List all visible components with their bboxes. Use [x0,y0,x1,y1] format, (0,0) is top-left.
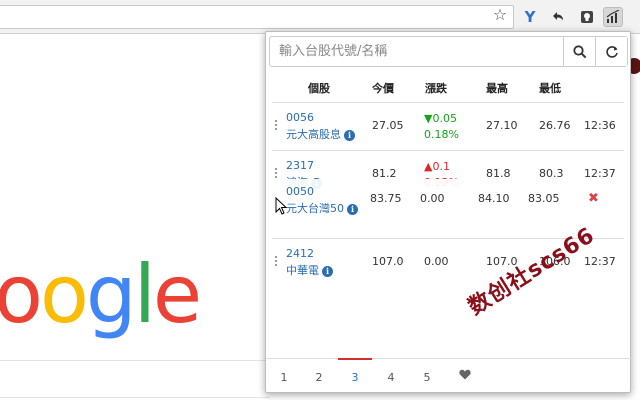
stock-code[interactable]: 2412 [286,247,314,260]
low-cell: 26.76 [539,119,571,132]
stock-code[interactable]: 0056 [286,111,314,124]
row-divider [272,150,624,151]
header-price: 今價 [372,82,394,95]
stock-name[interactable]: 元大高股息 i [286,126,355,142]
logo-letter: e [152,248,202,341]
price-cell: 83.75 [370,192,402,205]
stock-name-text[interactable]: 元大台灣50 [286,202,344,215]
time-cell: 12:37 [584,255,616,268]
logo-letter: o [39,248,89,341]
header-high: 最高 [486,82,508,95]
info-icon[interactable]: i [347,204,358,215]
page-tab-1[interactable]: 1 [274,371,294,384]
header-stock: 個股 [308,82,330,95]
divider [0,397,270,398]
refresh-icon [605,45,618,58]
header-change: 漲跌 [425,82,447,95]
divider [0,360,270,361]
drag-handle-icon[interactable] [275,256,278,270]
logo-letter: l [133,248,156,341]
change-value: ▲0.1 [424,160,450,173]
search-icon [572,44,586,58]
browser-toolbar: ☆ Y [0,0,640,34]
logo-letter: o [0,248,43,341]
time-cell: 12:36 [584,119,616,132]
page-tab-3[interactable]: 3 [345,371,365,384]
change-percent: 0.18% [424,128,459,141]
change-cell: 0.00 [420,192,445,205]
drag-handle-icon[interactable] [275,120,278,134]
back-arrow-extension-icon[interactable] [548,7,568,27]
change-cell: 0.00 [424,255,449,268]
info-icon[interactable]: i [322,266,333,277]
change-cell: ▼0.05 0.18% [424,111,459,143]
page-tab-4[interactable]: 4 [381,371,401,384]
high-cell: 84.10 [478,192,510,205]
header-divider [272,102,624,103]
table-row[interactable]: 0056 元大高股息 i 27.05 ▼0.05 0.18% 27.10 26.76… [266,104,632,150]
table-header: 個股 今價 漲跌 最高 最低 [266,78,632,98]
price-cell: 107.0 [372,255,404,268]
logo-letter: g [85,248,137,341]
low-cell: 83.05 [528,192,560,205]
stock-name[interactable]: 元大台灣50 i [286,200,358,216]
stock-code[interactable]: 0050 [286,185,314,198]
search-bar [269,36,628,67]
stock-name[interactable]: 中華電 i [286,262,333,278]
stock-chart-extension-icon[interactable] [603,7,623,27]
stock-code[interactable]: 2317 [286,159,314,172]
y-extension-icon[interactable]: Y [520,7,540,27]
info-icon[interactable]: i [344,130,355,141]
header-low: 最低 [539,82,561,95]
stock-search-input[interactable] [270,37,563,66]
dragging-row[interactable]: 0050 元大台灣50 i 83.75 0.00 84.10 83.05 ✖ [268,179,630,221]
mouse-cursor-icon [275,196,288,219]
page-tab-2[interactable]: 2 [309,371,329,384]
star-icon[interactable]: ☆ [491,6,509,24]
refresh-button[interactable] [595,37,627,66]
pagination: 1 2 3 4 5 [266,358,632,392]
price-cell: 27.05 [372,119,404,132]
delete-icon[interactable]: ✖ [588,191,599,206]
stock-name-text[interactable]: 中華電 [286,264,319,277]
google-logo: oogle [0,248,202,341]
active-page-indicator [338,358,372,360]
page-tab-5[interactable]: 5 [417,371,437,384]
search-button[interactable] [563,37,595,66]
bulb-extension-icon[interactable] [577,7,597,27]
change-value: ▼0.05 [424,112,457,125]
stock-name-text[interactable]: 元大高股息 [286,128,341,141]
stock-popup: 個股 今價 漲跌 最高 最低 0056 元大高股息i 27.05 ▼0.050.… [265,31,632,393]
favorites-heart-icon[interactable] [459,369,471,383]
screen: ☆ Y oogle 個股 今價 [0,0,640,400]
high-cell: 27.10 [486,119,518,132]
address-bar[interactable] [0,5,514,29]
